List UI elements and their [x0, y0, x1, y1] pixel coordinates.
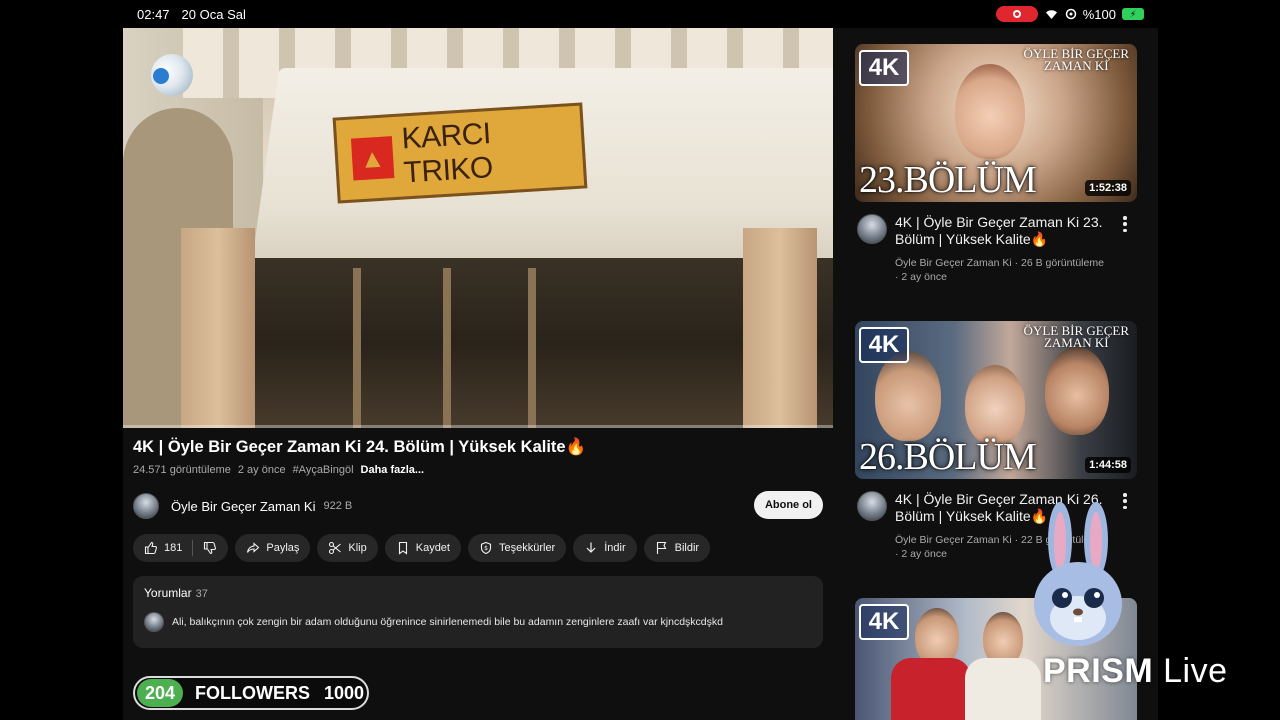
comment-preview[interactable]: Ali, balıkçının çok zengin bir adam oldu… — [144, 612, 723, 632]
download-button[interactable]: İndir — [573, 534, 637, 562]
thanks-label: Teşekkürler — [498, 542, 556, 554]
subscriber-count: 922 B — [323, 500, 353, 512]
4k-badge: 4K — [859, 604, 909, 640]
bookmark-icon — [398, 541, 407, 555]
super-thanks-icon: $ — [480, 541, 492, 555]
4k-badge: 4K — [859, 327, 909, 363]
recommended-title[interactable]: 4K | Öyle Bir Geçer Zaman Ki 23. Bölüm |… — [895, 214, 1105, 248]
report-label: Bildir — [674, 542, 700, 554]
channel-name[interactable]: Öyle Bir Geçer Zaman Ki — [171, 499, 316, 514]
channel-watermark-icon — [151, 54, 193, 96]
show-logo: ÖYLE BİR GEÇER ZAMAN Kİ — [1023, 46, 1129, 73]
more-description-link[interactable]: Daha fazla... — [361, 464, 425, 476]
video-title: 4K | Öyle Bir Geçer Zaman Ki 24. Bölüm |… — [133, 438, 587, 456]
channel-avatar[interactable] — [857, 214, 887, 244]
report-button[interactable]: Bildir — [643, 534, 711, 562]
video-meta: 24.571 görüntüleme 2 ay önce #AyçaBingöl… — [133, 464, 424, 476]
duration-badge: 1:44:58 — [1085, 457, 1131, 473]
scissors-icon — [329, 541, 342, 555]
comments-count: 37 — [195, 588, 208, 600]
comments-title: Yorumlar — [144, 586, 192, 600]
recommended-video-1[interactable]: 4K ÖYLE BİR GEÇER ZAMAN Kİ 23.BÖLÜM 1:52:… — [855, 44, 1137, 283]
video-progress-bar[interactable] — [123, 425, 833, 428]
storefront-sign: ▲ KARCI TRIKO — [332, 102, 588, 204]
status-time: 02:47 — [137, 7, 170, 22]
thumbs-up-icon[interactable] — [144, 541, 158, 555]
followers-label: FOLLOWERS — [195, 682, 310, 703]
comments-panel[interactable]: Yorumlar 37 Ali, balıkçının çok zengin bi… — [133, 576, 823, 648]
thumbs-down-icon[interactable] — [203, 541, 217, 555]
battery-icon: ⚡ — [1122, 8, 1144, 20]
wifi-icon — [1045, 10, 1057, 19]
show-logo: ÖYLE BİR GEÇER ZAMAN Kİ — [1023, 323, 1129, 350]
save-button[interactable]: Kaydet — [384, 534, 461, 562]
recommended-meta: Öyle Bir Geçer Zaman Ki · 26 B görüntüle… — [895, 257, 1104, 283]
download-icon — [586, 542, 596, 553]
download-label: İndir — [604, 542, 626, 554]
bunny-mascot-icon — [1034, 502, 1122, 646]
more-options-icon[interactable] — [1123, 216, 1127, 232]
followers-goal-widget: 204 FOLLOWERS 1000 — [133, 676, 369, 710]
share-label: Paylaş — [266, 542, 300, 554]
prism-brand: PRISM — [1043, 652, 1154, 690]
status-bar: 02:47 20 Oca Sal %100 ⚡ — [123, 0, 1158, 28]
data-saver-icon — [1065, 8, 1076, 20]
clip-button[interactable]: Klip — [317, 534, 378, 562]
followers-goal: 1000 — [324, 682, 365, 703]
flag-icon — [656, 541, 667, 554]
channel-row: Öyle Bir Geçer Zaman Ki 922 B Abone ol — [133, 491, 823, 520]
upload-age: 2 ay önce — [237, 464, 286, 476]
comment-text: Ali, balıkçının çok zengin bir adam oldu… — [172, 616, 723, 628]
share-icon — [247, 542, 260, 553]
sign-text: KARCI TRIKO — [400, 117, 494, 190]
video-player[interactable]: ▲ KARCI TRIKO — [123, 28, 833, 428]
hashtag-link[interactable]: #AyçaBingöl — [293, 464, 354, 476]
4k-badge: 4K — [859, 50, 909, 86]
subscribe-button[interactable]: Abone ol — [753, 491, 823, 519]
channel-avatar[interactable] — [133, 493, 159, 519]
duration-badge: 1:52:38 — [1085, 180, 1131, 196]
episode-label: 26.BÖLÜM — [859, 436, 1037, 478]
svg-text:$: $ — [484, 545, 488, 552]
commenter-avatar — [144, 612, 164, 632]
like-dislike-pill: 181 — [133, 534, 229, 562]
action-bar: 181 Paylaş Klip Kaydet $ Teşekkürler İnd… — [133, 534, 711, 562]
prism-live-watermark: PRISM Live — [1043, 652, 1228, 691]
channel-avatar[interactable] — [857, 491, 887, 521]
followers-count: 204 — [137, 679, 183, 707]
clip-label: Klip — [348, 542, 367, 554]
comments-header: Yorumlar 37 — [144, 586, 208, 600]
video-thumbnail[interactable]: 4K ÖYLE BİR GEÇER ZAMAN Kİ 26.BÖLÜM 1:44:… — [855, 321, 1137, 479]
like-count[interactable]: 181 — [164, 542, 182, 554]
tablet-screen: 02:47 20 Oca Sal %100 ⚡ ▲ KARCI TRIKO 4K… — [123, 0, 1158, 720]
thanks-button[interactable]: $ Teşekkürler — [467, 534, 567, 562]
video-thumbnail[interactable]: 4K ÖYLE BİR GEÇER ZAMAN Kİ 23.BÖLÜM 1:52:… — [855, 44, 1137, 202]
episode-label: 23.BÖLÜM — [859, 159, 1037, 201]
view-count: 24.571 görüntüleme — [133, 464, 231, 476]
screen-record-icon[interactable] — [995, 6, 1038, 22]
prism-live: Live — [1153, 652, 1228, 690]
sign-logo-icon: ▲ — [350, 136, 395, 181]
save-label: Kaydet — [415, 542, 450, 554]
share-button[interactable]: Paylaş — [235, 534, 311, 562]
battery-percent: %100 — [1082, 6, 1116, 22]
status-date: 20 Oca Sal — [181, 7, 246, 22]
